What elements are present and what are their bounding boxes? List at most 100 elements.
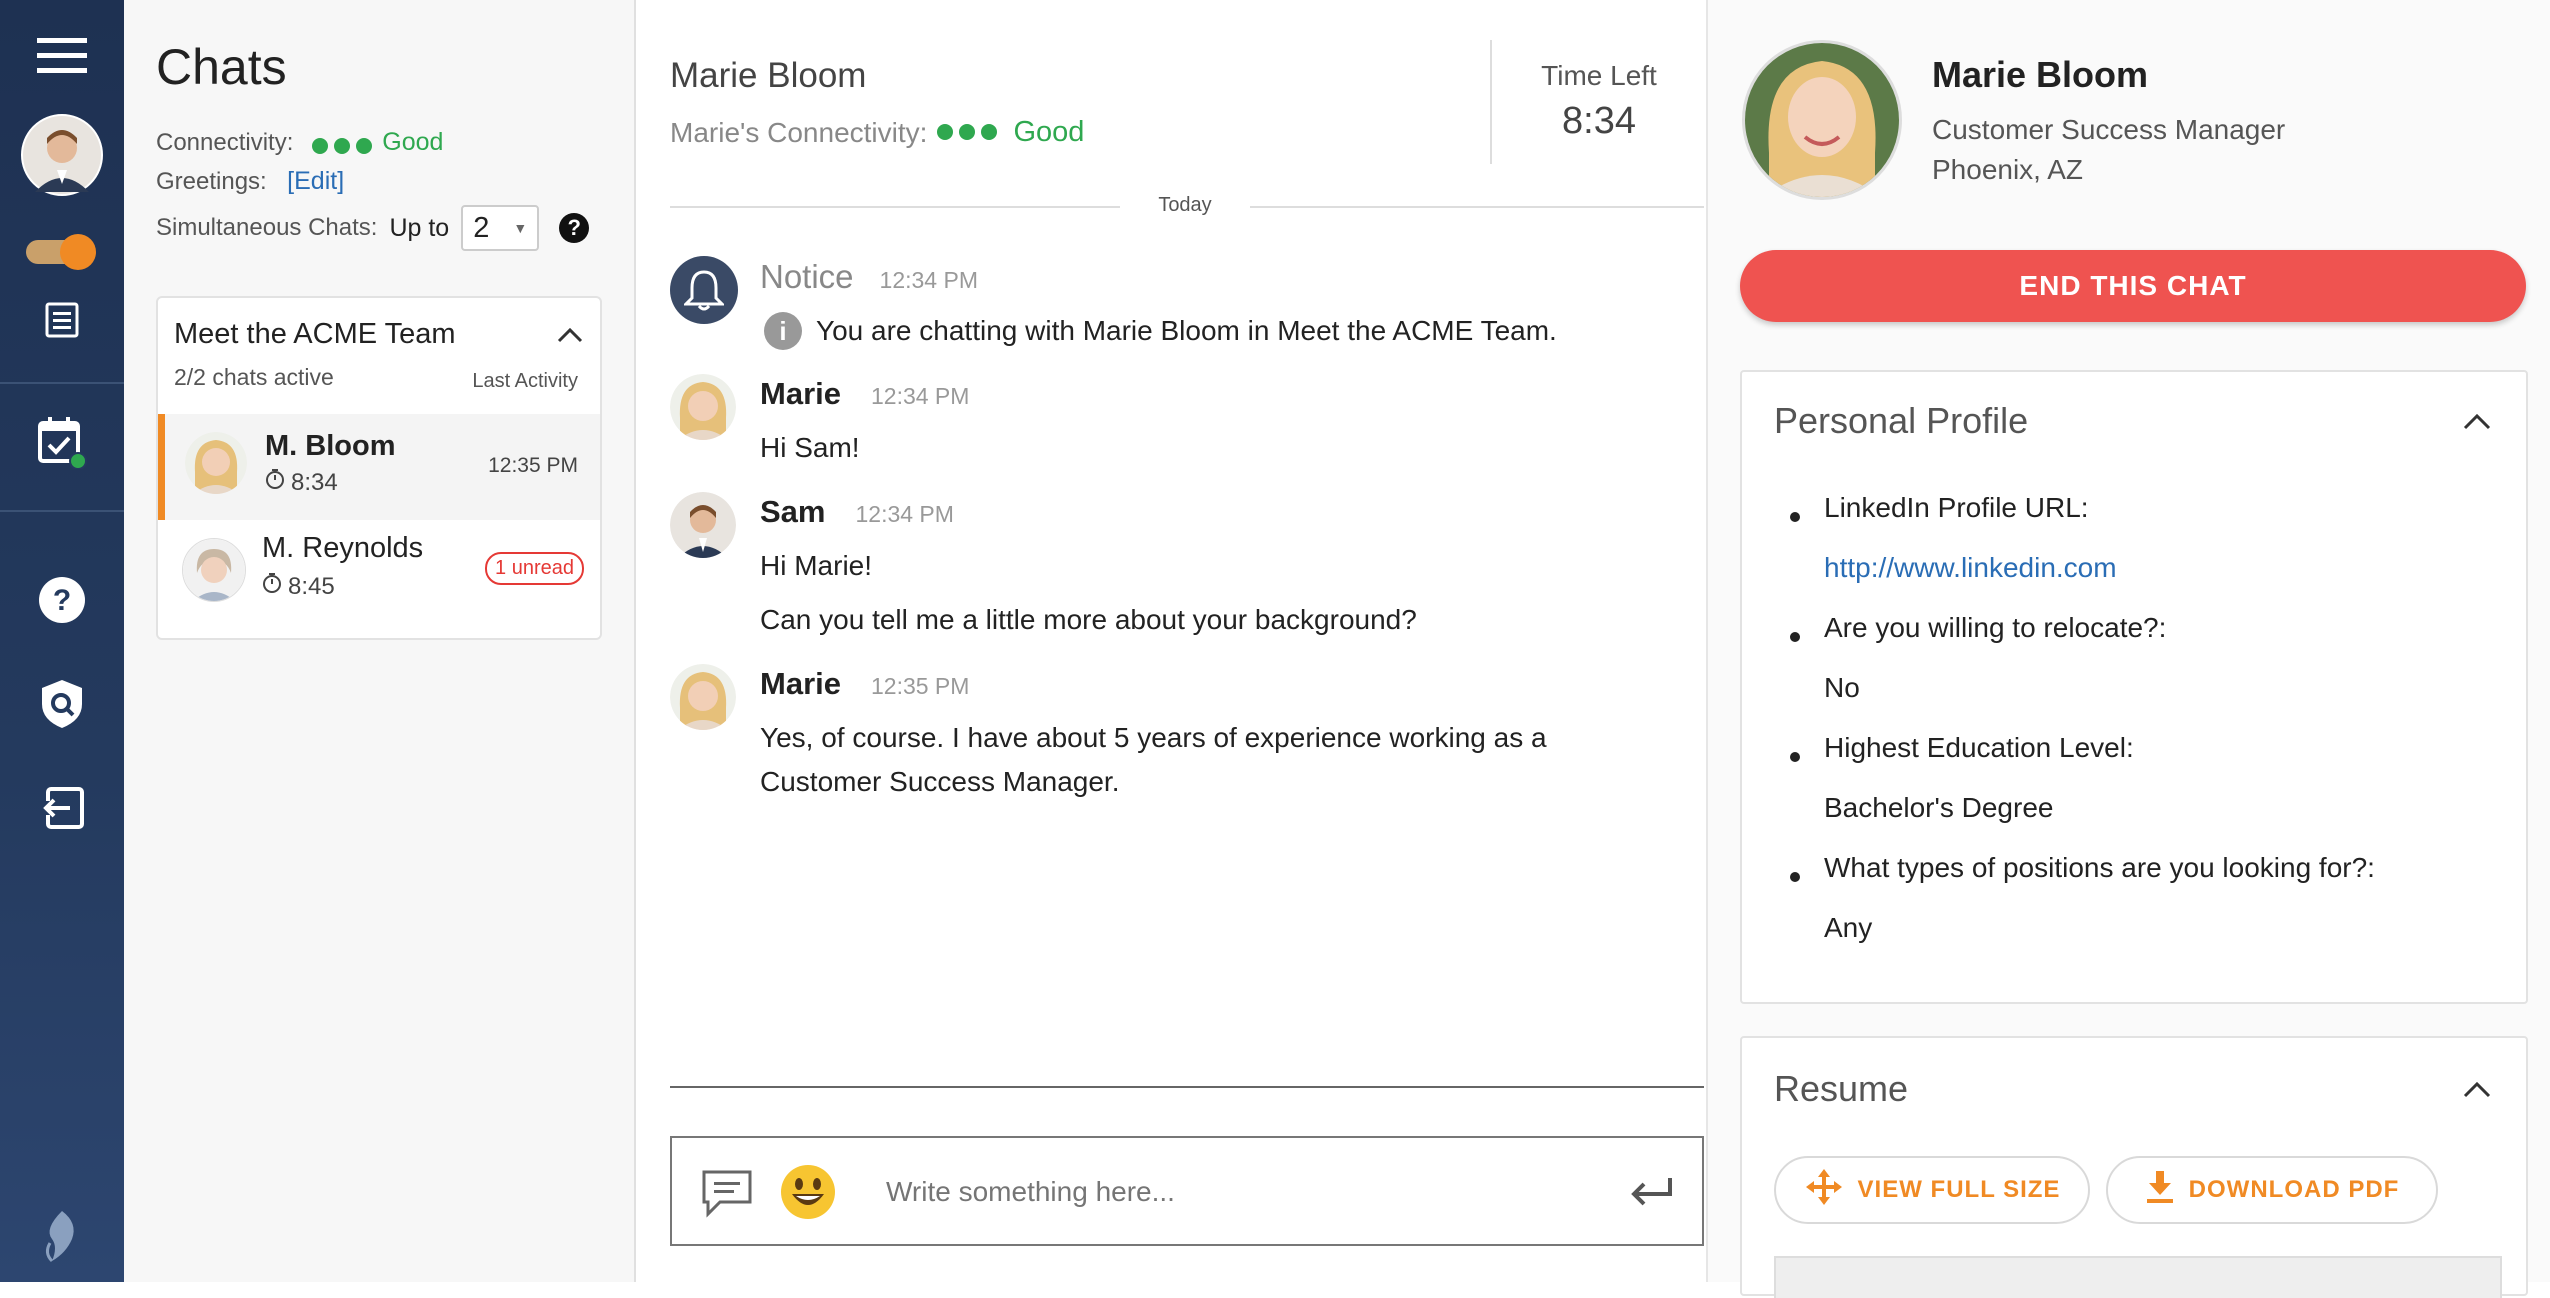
- chat-list-item[interactable]: M. Reynolds 8:45 1 unread: [158, 520, 600, 626]
- message-text: Customer Success Manager.: [760, 766, 1120, 797]
- list-icon[interactable]: [0, 300, 124, 340]
- stopwatch-icon: [265, 468, 285, 497]
- timer-value: 8:34: [291, 468, 338, 496]
- message-text: Hi Sam!: [760, 432, 860, 463]
- profile-answer: Bachelor's Degree: [1824, 792, 2054, 823]
- chat-item-name: M. Bloom: [265, 430, 396, 462]
- profile-name: Marie Bloom: [1932, 54, 2149, 95]
- linkedin-link[interactable]: http://www.linkedin.com: [1824, 552, 2117, 584]
- user-avatar[interactable]: [0, 114, 124, 196]
- chevron-down-icon: ▼: [513, 220, 528, 236]
- simultaneous-row: Simultaneous Chats: Up to 2 ▼ ?: [156, 204, 590, 252]
- chat-group-card: Meet the ACME Team 2/2 chats active Last…: [156, 296, 602, 640]
- simultaneous-select[interactable]: 2 ▼: [461, 205, 540, 251]
- message-header: Marie 12:34 PM: [760, 376, 969, 412]
- notice-body: i You are chatting with Marie Bloom in M…: [764, 312, 1557, 350]
- message-header: Marie 12:35 PM: [760, 666, 969, 702]
- chat-item-time: 12:35 PM: [488, 454, 578, 477]
- group-active-count: 2/2 chats active: [174, 364, 334, 390]
- logout-icon[interactable]: [0, 786, 124, 830]
- download-pdf-button[interactable]: DOWNLOAD PDF: [2106, 1156, 2438, 1224]
- message-sender: Sam: [760, 494, 826, 529]
- svg-text:?: ?: [53, 584, 71, 617]
- greetings-edit-link[interactable]: [Edit]: [287, 167, 344, 195]
- view-full-size-label: VIEW FULL SIZE: [1857, 1176, 2061, 1203]
- profile-question: Highest Education Level:: [1824, 732, 2134, 763]
- resume-card: Resume VIEW FULL SIZE DOWNLOAD PDF: [1740, 1036, 2528, 1298]
- chats-panel: Chats Connectivity: Good Greetings: [Edi…: [124, 0, 636, 1282]
- message-time: 12:35 PM: [870, 673, 970, 699]
- timer-value: 8:45: [288, 572, 335, 600]
- logo-icon: [0, 1208, 124, 1264]
- chevron-up-icon[interactable]: [556, 326, 584, 349]
- message-input[interactable]: [884, 1160, 1608, 1224]
- download-pdf-label: DOWNLOAD PDF: [2188, 1176, 2400, 1203]
- connectivity-row: Connectivity: Good: [156, 128, 443, 157]
- greetings-row: Greetings: [Edit]: [156, 167, 344, 196]
- personal-profile-title: Personal Profile: [1774, 400, 2029, 441]
- last-activity-label: Last Activity: [472, 370, 578, 392]
- profile-question: What types of positions are you looking …: [1824, 852, 2375, 883]
- time-left-label: Time Left: [1541, 60, 1657, 91]
- avatar: [670, 374, 736, 440]
- profile-question: LinkedIn Profile URL:: [1824, 492, 2089, 523]
- chevron-up-icon[interactable]: [2462, 412, 2492, 437]
- day-divider-label: Today: [1120, 194, 1250, 217]
- profile-location: Phoenix, AZ: [1932, 154, 2083, 185]
- nav-rail: ?: [0, 0, 124, 1282]
- profile-title: Customer Success Manager: [1932, 114, 2286, 145]
- menu-icon[interactable]: [0, 34, 124, 78]
- profile-panel: Marie Bloom Customer Success Manager Pho…: [1706, 0, 2550, 1298]
- profile-question: Are you willing to relocate?:: [1824, 612, 2167, 643]
- help-icon[interactable]: ?: [0, 574, 124, 626]
- chat-item-name: M. Reynolds: [262, 532, 424, 564]
- up-to-label: Up to: [389, 213, 450, 242]
- emoji-icon[interactable]: [780, 1164, 836, 1225]
- message-sender: Marie: [760, 376, 841, 411]
- availability-toggle[interactable]: [0, 232, 124, 272]
- resume-title: Resume: [1774, 1068, 1909, 1109]
- view-full-size-button[interactable]: VIEW FULL SIZE: [1774, 1156, 2090, 1224]
- notice-header: Notice 12:34 PM: [760, 258, 978, 296]
- group-name: Meet the ACME Team: [174, 318, 456, 350]
- chat-item-timer: 8:45: [262, 572, 335, 601]
- chat-bubble-icon[interactable]: [700, 1168, 754, 1223]
- message-text: Hi Marie!: [760, 550, 873, 581]
- enter-icon[interactable]: [1628, 1176, 1674, 1211]
- chats-title: Chats: [156, 39, 287, 95]
- shield-search-icon[interactable]: [0, 678, 124, 730]
- move-arrows-icon: [1804, 1167, 1844, 1214]
- bullet: [1790, 752, 1800, 762]
- info-icon: i: [764, 312, 802, 350]
- composer-divider: [670, 1086, 1704, 1088]
- simultaneous-value: 2: [473, 211, 490, 244]
- bullet: [1790, 512, 1800, 522]
- bullet: [1790, 872, 1800, 882]
- help-circle-icon[interactable]: ?: [559, 213, 590, 243]
- message-time: 12:34 PM: [870, 383, 970, 409]
- bell-icon: [670, 256, 738, 324]
- avatar: [670, 492, 736, 558]
- unread-badge: 1 unread: [485, 552, 584, 585]
- notice-text: You are chatting with Marie Bloom in Mee…: [816, 315, 1557, 346]
- stopwatch-icon: [262, 572, 282, 601]
- notice-title: Notice: [760, 258, 854, 295]
- notice-time: 12:34 PM: [879, 267, 978, 293]
- chat-list-item[interactable]: M. Bloom 8:34 12:35 PM: [158, 414, 600, 520]
- message-text: Can you tell me a little more about your…: [760, 604, 1417, 635]
- contact-connectivity-label: Marie's Connectivity:: [670, 116, 928, 148]
- connectivity-label: Connectivity:: [156, 129, 294, 156]
- chat-contact-name: Marie Bloom: [670, 56, 867, 95]
- chevron-up-icon[interactable]: [2462, 1080, 2492, 1105]
- connectivity-dots: [937, 124, 1003, 142]
- avatar: [670, 664, 736, 730]
- bullet: [1790, 632, 1800, 642]
- message-composer: [670, 1136, 1704, 1246]
- calendar-check-icon[interactable]: [0, 414, 124, 470]
- avatar: [185, 432, 247, 494]
- connectivity-status: Good: [382, 128, 444, 156]
- chat-item-timer: 8:34: [265, 468, 338, 497]
- personal-profile-card: Personal Profile LinkedIn Profile URL: h…: [1740, 370, 2528, 1004]
- end-chat-button[interactable]: END THIS CHAT: [1740, 250, 2526, 322]
- contact-connectivity-status: Good: [1013, 116, 1085, 148]
